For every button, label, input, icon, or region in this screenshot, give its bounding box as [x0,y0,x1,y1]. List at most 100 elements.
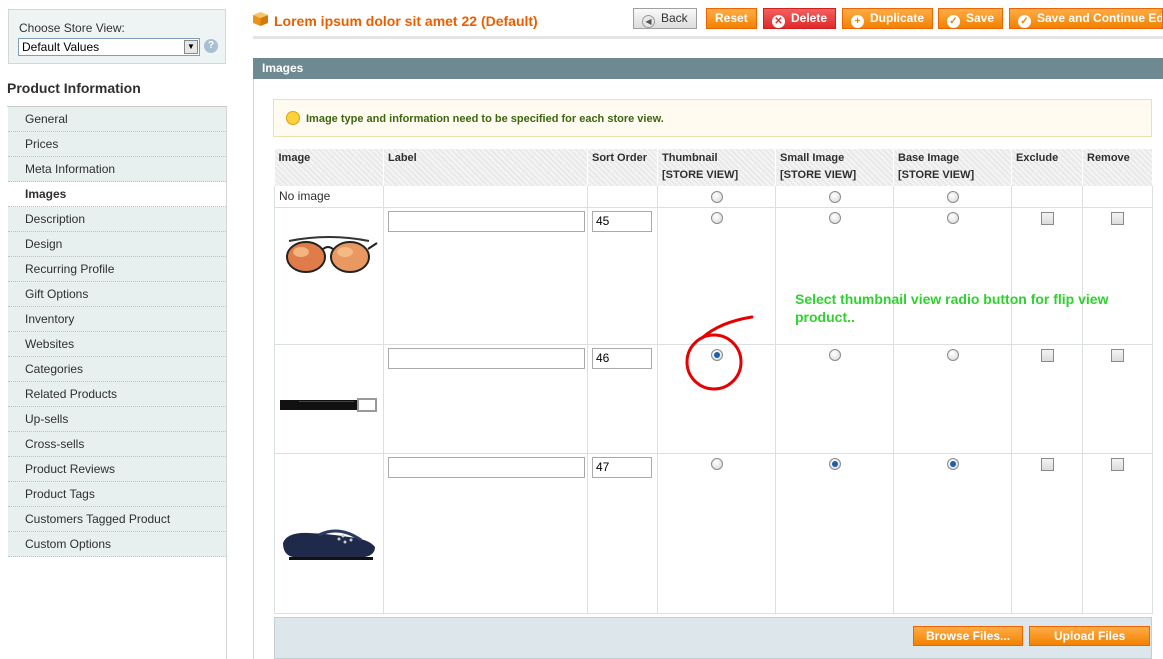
store-view-select[interactable]: Default Values ▼ [18,38,200,56]
sidebar-item-custom-options[interactable]: Custom Options [8,532,226,557]
empty-cell [383,186,588,208]
save-continue-label: Save and Continue Edit [1037,11,1163,25]
sidebar-item-gift-options[interactable]: Gift Options [8,282,226,307]
sidebar-item-cross-sells[interactable]: Cross-sells [8,432,226,457]
table-header-row: Image Label Sort Order Thumbnail [STORE V… [274,149,1153,186]
base-image-radio[interactable] [946,349,959,362]
browse-files-button[interactable]: Browse Files... [913,626,1024,646]
help-icon[interactable]: ? [204,39,218,53]
no-image-label: No image [274,186,384,208]
sidebar-item-design[interactable]: Design [8,232,226,257]
no-image-base-radio[interactable] [946,190,959,203]
sunglasses-image [286,235,378,273]
column-header-thumbnail: Thumbnail [STORE VIEW] [657,149,776,186]
images-section-header: Images [253,58,1163,79]
column-header-sort-order: Sort Order [587,149,658,186]
table-row: 47 [274,453,1153,614]
save-continue-button[interactable]: ✓ Save and Continue Edit [1009,8,1163,29]
sidebar-item-general[interactable]: General [8,107,226,132]
images-table: Image Label Sort Order Thumbnail [STORE V… [274,149,1153,614]
lightbulb-icon [286,111,300,125]
exclude-cell [1011,453,1083,614]
column-header-remove: Remove [1082,149,1153,186]
thumbnail-radio[interactable] [710,458,723,471]
exclude-checkbox[interactable] [1040,211,1054,225]
plus-icon: + [851,15,864,28]
image-cell [274,453,384,614]
upload-files-button[interactable]: Upload Files [1029,626,1151,646]
reset-label: Reset [715,11,748,25]
sidebar-item-up-sells[interactable]: Up-sells [8,407,226,432]
sidebar-item-inventory[interactable]: Inventory [8,307,226,332]
delete-button[interactable]: ✕ Delete [763,8,837,29]
empty-cell [1082,186,1153,208]
arrow-left-icon: ◀ [642,15,655,28]
image-cell [274,207,384,345]
sidebar-item-images[interactable]: Images [8,182,226,207]
chevron-down-icon[interactable]: ▼ [184,40,198,54]
sidebar-item-customers-tagged-product[interactable]: Customers Tagged Product [8,507,226,532]
label-cell [383,453,588,614]
check-icon: ✓ [947,15,960,28]
sidebar-item-recurring-profile[interactable]: Recurring Profile [8,257,226,282]
sidebar-item-product-reviews[interactable]: Product Reviews [8,457,226,482]
exclude-cell [1011,344,1083,454]
label-cell [383,344,588,454]
reset-button[interactable]: Reset [706,8,757,29]
annotation-text: Select thumbnail view radio button for f… [795,291,1109,325]
image-label-input[interactable] [388,210,585,232]
save-label: Save [966,11,995,25]
column-header-exclude: Exclude [1011,149,1083,186]
sort-order-input[interactable]: 47 [592,456,652,478]
column-header-small-image: Small Image [STORE VIEW] [775,149,894,186]
back-label: Back [661,11,688,25]
thumbnail-radio[interactable] [710,212,723,225]
base-image-radio[interactable] [946,212,959,225]
duplicate-button[interactable]: + Duplicate [842,8,934,29]
table-row: 46 [274,344,1153,454]
column-header-label: Label [383,149,588,186]
sidebar-item-description[interactable]: Description [8,207,226,232]
column-header-image: Image [274,149,384,186]
table-row-no-image: No image [274,186,1153,208]
image-label-input[interactable] [388,456,585,478]
sidebar-item-meta-information[interactable]: Meta Information [8,157,226,182]
sort-order-input[interactable]: 45 [592,210,652,232]
scope-label: [STORE VIEW] [780,169,857,181]
save-button[interactable]: ✓ Save [938,8,1004,29]
small-image-radio[interactable] [828,349,841,362]
back-button[interactable]: ◀ Back [633,8,697,29]
sort-order-input[interactable]: 46 [592,347,652,369]
remove-cell [1082,344,1153,454]
sidebar-item-websites[interactable]: Websites [8,332,226,357]
scope-label: [STORE VIEW] [898,169,975,181]
sidebar-item-related-products[interactable]: Related Products [8,382,226,407]
small-image-cell [775,186,894,208]
base-image-cell [893,344,1012,454]
remove-checkbox[interactable] [1111,457,1124,471]
exclude-checkbox[interactable] [1040,348,1054,362]
thumbnail-heading: Thumbnail [662,152,718,164]
no-image-small-radio[interactable] [828,190,841,203]
thumbnail-radio[interactable] [710,349,723,362]
small-image-heading: Small Image [780,152,845,164]
small-image-cell [775,344,894,454]
small-image-radio[interactable] [828,458,841,471]
remove-checkbox[interactable] [1111,211,1124,225]
sidebar-nav: General Prices Meta Information Images Descr… [8,107,226,557]
sort-order-cell: 46 [587,344,658,454]
exclude-checkbox[interactable] [1040,457,1054,471]
small-image-radio[interactable] [828,212,841,225]
sidebar-item-prices[interactable]: Prices [8,132,226,157]
image-label-input[interactable] [388,347,585,369]
no-image-thumbnail-radio[interactable] [710,190,723,203]
image-cell [274,344,384,454]
thumbnail-cell [657,207,776,345]
base-image-radio[interactable] [946,458,959,471]
sidebar-item-categories[interactable]: Categories [8,357,226,382]
notice-text: Image type and information need to be sp… [306,113,664,125]
sidebar-item-product-tags[interactable]: Product Tags [8,482,226,507]
store-view-label: Choose Store View: [19,21,125,35]
sort-order-cell: 47 [587,453,658,614]
remove-checkbox[interactable] [1111,348,1124,362]
